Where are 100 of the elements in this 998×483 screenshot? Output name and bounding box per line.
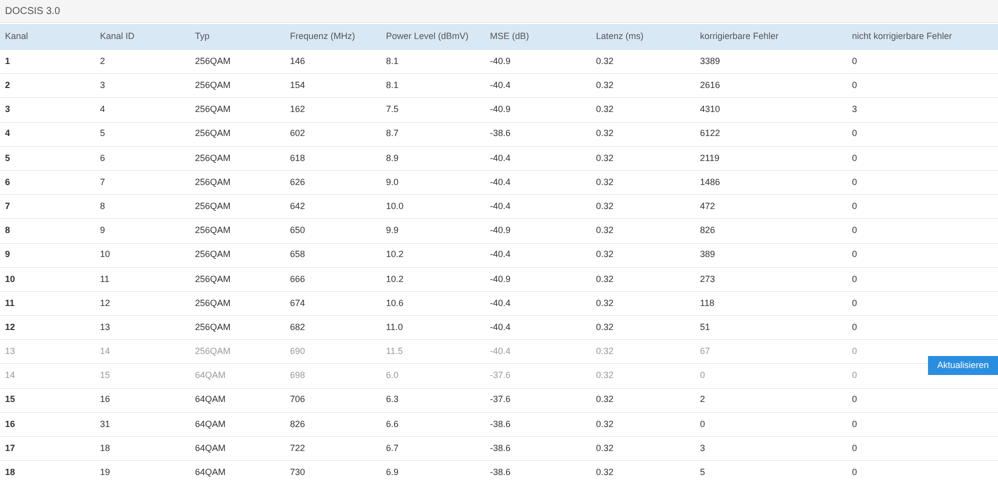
- table-cell-text: 256QAM: [194, 345, 232, 358]
- table-cell-text: 14: [99, 345, 112, 358]
- column-header: Typ: [194, 30, 211, 44]
- column-header: Kanal: [4, 30, 30, 44]
- table-cell-text: 0: [851, 54, 858, 68]
- table-cell-text: 0: [851, 320, 858, 334]
- table-cell-text: 0: [851, 127, 858, 140]
- table-cell-text: 7.5: [385, 103, 400, 116]
- table-cell-text: 0.32: [595, 320, 615, 334]
- table-cell-text: 0: [851, 248, 858, 262]
- table-cell-text: -40.4: [489, 176, 512, 189]
- table-cell-text: 0.32: [595, 393, 615, 406]
- table-cell-text: 0: [851, 224, 858, 238]
- table-cell-text: 7: [4, 200, 12, 213]
- table-cell-text: 3389: [699, 54, 722, 68]
- table-cell-text: 0.32: [595, 54, 615, 68]
- table-cell-text: 0.32: [595, 152, 615, 165]
- table-cell-text: -40.4: [489, 345, 512, 358]
- table-cell-text: 8.9: [385, 152, 400, 165]
- table-cell-text: 2119: [699, 152, 720, 165]
- table-cell-text: 13: [99, 320, 112, 334]
- table-cell-text: -40.4: [489, 200, 512, 213]
- table-cell-text: 162: [289, 103, 306, 116]
- table-cell-text: 10.2: [385, 248, 405, 262]
- column-header: korrigierbare Fehler: [699, 30, 780, 44]
- table-cell-text: 0.32: [595, 369, 615, 382]
- table-cell-text: 618: [289, 152, 306, 165]
- table-cell-text: -40.4: [489, 320, 512, 334]
- table-cell-text: 256QAM: [194, 127, 232, 140]
- table-cell-text: 15: [99, 369, 112, 382]
- table-cell-text: 64QAM: [194, 369, 227, 382]
- table-cell-text: 31: [99, 418, 112, 431]
- table-cell-text: -38.6: [489, 418, 512, 431]
- table-cell-text: 256QAM: [194, 54, 232, 68]
- table-cell-text: 12: [4, 320, 16, 334]
- table-cell-text: 0.32: [595, 418, 615, 431]
- table-cell-text: 10.6: [385, 296, 405, 310]
- table-cell-text: 0.32: [595, 79, 615, 92]
- table-cell-text: -40.4: [489, 296, 512, 310]
- table-cell-text: 0.32: [595, 466, 615, 480]
- table-cell-text: 64QAM: [194, 418, 227, 431]
- table-cell-text: 19: [99, 466, 112, 480]
- table-cell-text: 10.0: [385, 200, 405, 213]
- table-cell-text: 7: [99, 176, 106, 189]
- table-cell-text: 256QAM: [194, 248, 232, 262]
- table-cell-text: 6122: [699, 127, 722, 140]
- table-cell-text: 0.32: [595, 248, 615, 262]
- table-cell-text: 10.2: [385, 272, 405, 286]
- table-cell-text: 3: [699, 442, 706, 455]
- table-cell-text: 722: [289, 442, 306, 455]
- table-cell-text: 18: [4, 466, 16, 480]
- table-cell-text: 650: [289, 224, 306, 238]
- table-cell-text: 698: [289, 369, 306, 382]
- table-cell-text: 0: [851, 79, 858, 92]
- table-cell-text: 6: [99, 152, 106, 165]
- column-header: Kanal ID: [99, 30, 136, 44]
- table-cell-text: 706: [289, 393, 306, 406]
- table-cell-text: -40.4: [489, 79, 512, 92]
- table-cell-text: 5: [699, 466, 706, 480]
- table-cell-text: 2: [99, 54, 106, 68]
- table-cell-text: 0: [851, 152, 858, 165]
- table-cell-text: 0: [851, 369, 858, 382]
- column-header: MSE (dB): [489, 30, 530, 44]
- table-cell-text: -37.6: [489, 369, 512, 382]
- table-cell-text: 10: [4, 272, 16, 286]
- table-cell-text: 0: [851, 393, 858, 406]
- table-cell-text: 6.7: [385, 442, 400, 455]
- table-cell-text: -40.4: [489, 152, 512, 165]
- table-cell-text: 674: [289, 296, 306, 310]
- table-cell-text: 256QAM: [194, 103, 232, 116]
- table-cell-text: 10: [99, 248, 112, 262]
- table-cell-text: 0.32: [595, 224, 615, 238]
- table-cell-text: 682: [289, 320, 306, 334]
- table-cell-text: 4310: [699, 103, 722, 116]
- table-cell-text: 64QAM: [194, 442, 227, 455]
- table-cell-text: 0: [851, 272, 858, 286]
- table-cell-text: 11.5: [385, 345, 404, 358]
- table-cell-text: -40.4: [489, 248, 512, 262]
- table-cell-text: 3: [99, 79, 106, 92]
- table-cell-text: 0: [699, 418, 706, 431]
- table-cell-text: 256QAM: [194, 176, 232, 189]
- table-cell-text: 0: [851, 176, 858, 189]
- column-header: Latenz (ms): [595, 30, 645, 44]
- table-cell-text: 0: [851, 466, 858, 480]
- column-header: Frequenz (MHz): [289, 30, 356, 44]
- table-cell-text: 16: [99, 393, 112, 406]
- table-cell-text: 0: [851, 296, 858, 310]
- table-cell-text: 826: [699, 224, 716, 238]
- table-cell-text: 0: [851, 418, 858, 431]
- refresh-button[interactable]: Aktualisieren: [928, 356, 998, 375]
- table-cell-text: 4: [99, 103, 106, 116]
- table-cell-text: 9.0: [385, 176, 400, 189]
- section-title: DOCSIS 3.0: [5, 4, 60, 18]
- table-cell-text: 11.0: [385, 320, 404, 334]
- table-cell-text: 18: [99, 442, 112, 455]
- table-cell-text: 0.32: [595, 442, 615, 455]
- table-cell-text: -38.6: [489, 127, 512, 140]
- table-cell-text: 626: [289, 176, 306, 189]
- table-cell-text: 0.32: [595, 127, 615, 140]
- table-cell-text: -37.6: [489, 393, 512, 406]
